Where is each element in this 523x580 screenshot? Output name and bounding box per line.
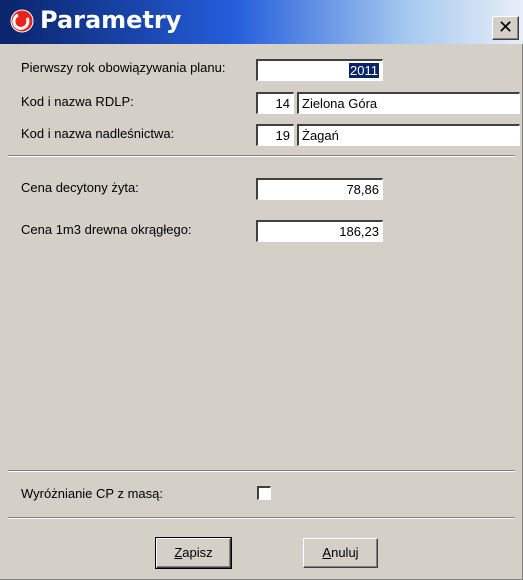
highlight-checkbox[interactable] <box>257 486 271 500</box>
wood-price-label: Cena 1m3 drewna okrągłego: <box>21 222 192 237</box>
first-year-value: 2011 <box>349 63 379 78</box>
highlight-label: Wyróżnianie CP z masą: <box>21 486 163 501</box>
title-bar[interactable]: Parametry ✕ <box>0 0 523 44</box>
separator-middle <box>8 470 515 472</box>
save-button-label: Zapisz <box>174 545 213 560</box>
rye-price-label: Cena decytony żyta: <box>21 180 139 195</box>
rdlp-label: Kod i nazwa RDLP: <box>21 94 134 109</box>
save-button[interactable]: Zapisz <box>155 537 232 569</box>
forestry-name-input[interactable]: Żagań <box>297 124 520 146</box>
wood-price-input[interactable]: 186,23 <box>256 220 383 242</box>
separator-top <box>8 155 515 157</box>
forestry-label: Kod i nazwa nadleśnictwa: <box>21 126 175 141</box>
first-year-label: Pierwszy rok obowiązywania planu: <box>21 60 226 75</box>
window-title: Parametry <box>40 6 182 34</box>
rdlp-code-input[interactable]: 14 <box>256 92 294 114</box>
cancel-button[interactable]: Anuluj <box>303 538 378 568</box>
close-x-icon: ✕ <box>497 17 514 38</box>
app-logo-icon <box>10 9 34 33</box>
forestry-code-input[interactable]: 19 <box>256 124 294 146</box>
cancel-button-label: Anuluj <box>322 545 359 560</box>
parametry-dialog: Parametry ✕ Pierwszy rok obowiązywania p… <box>0 0 523 580</box>
rdlp-name-input[interactable]: Zielona Góra <box>297 92 520 114</box>
separator-bottom <box>8 517 515 519</box>
rye-price-input[interactable]: 78,86 <box>256 178 383 200</box>
close-button[interactable]: ✕ <box>492 16 519 40</box>
first-year-input[interactable]: 2011 <box>256 59 383 81</box>
